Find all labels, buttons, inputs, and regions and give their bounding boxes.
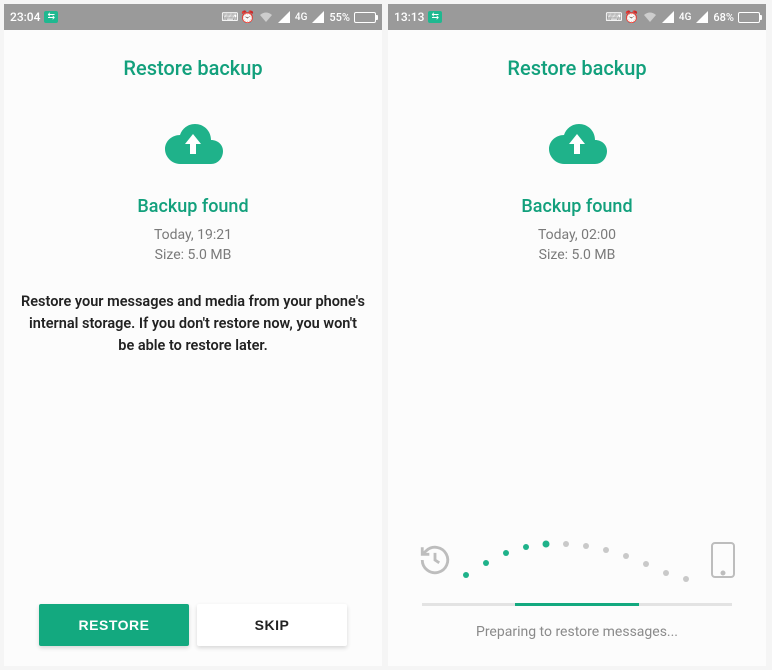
cloud-upload-icon [161, 120, 225, 172]
backup-meta: Today, 19:21 Size: 5.0 MB [154, 225, 232, 265]
phone-icon [710, 541, 736, 583]
battery-text: 55% [329, 11, 350, 24]
cloud-upload-icon [545, 120, 609, 172]
status-badge-icon: ⇆ [428, 11, 442, 23]
backup-found-heading: Backup found [521, 196, 632, 217]
content-area: Restore backup Backup found Today, 19:21… [4, 30, 382, 666]
network-label: 4G [679, 12, 692, 23]
skip-button[interactable]: SKIP [197, 604, 347, 646]
transfer-dots-icon [456, 537, 696, 583]
status-bar: 23:04 ⇆ ⌨ ⏰ 4G 55% [4, 4, 382, 30]
backup-time: Today, 19:21 [154, 225, 232, 245]
signal-icon-2 [311, 11, 325, 23]
status-bar: 13:13 ⇆ ⌨ ⏰ 4G 68% [388, 4, 766, 30]
backup-meta: Today, 02:00 Size: 5.0 MB [538, 225, 616, 265]
alarm-icon: ⏰ [625, 11, 639, 23]
backup-size: Size: 5.0 MB [538, 245, 616, 265]
status-time: 23:04 [10, 10, 40, 24]
transfer-animation [412, 533, 742, 597]
backup-time: Today, 02:00 [538, 225, 616, 245]
signal-icon [661, 11, 675, 23]
phone-screen-restore-progress: 13:13 ⇆ ⌨ ⏰ 4G 68% Restore backup [388, 4, 766, 666]
keyboard-icon: ⌨ [607, 11, 621, 23]
battery-icon [354, 12, 376, 23]
progress-area: Preparing to restore messages... [388, 523, 766, 666]
page-title: Restore backup [123, 56, 262, 80]
status-time: 13:13 [394, 10, 424, 24]
signal-icon [277, 11, 291, 23]
backup-found-heading: Backup found [137, 196, 248, 217]
alarm-icon: ⏰ [241, 11, 255, 23]
wifi-icon [643, 11, 657, 23]
progress-text: Preparing to restore messages... [412, 624, 742, 640]
network-label: 4G [295, 12, 308, 23]
progress-bar [422, 603, 732, 606]
restore-description: Restore your messages and media from you… [4, 291, 382, 357]
wifi-icon [259, 11, 273, 23]
keyboard-icon: ⌨ [223, 11, 237, 23]
page-title: Restore backup [507, 56, 646, 80]
status-badge-icon: ⇆ [44, 11, 58, 23]
restore-button[interactable]: RESTORE [39, 604, 189, 646]
phone-screen-restore-prompt: 23:04 ⇆ ⌨ ⏰ 4G 55% Restore backup [4, 4, 382, 666]
backup-size: Size: 5.0 MB [154, 245, 232, 265]
battery-icon [738, 12, 760, 23]
history-icon [418, 543, 452, 581]
content-area: Restore backup Backup found Today, 02:00… [388, 30, 766, 666]
battery-text: 68% [713, 11, 734, 24]
signal-icon-2 [695, 11, 709, 23]
button-row: RESTORE SKIP [4, 604, 382, 666]
